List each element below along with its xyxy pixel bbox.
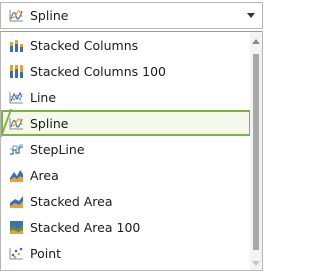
chevron-down-icon[interactable] (247, 13, 255, 18)
list-item-label: Line (30, 89, 57, 105)
chart-type-combobox[interactable]: Spline (0, 2, 263, 29)
list-item-stacked-area-100[interactable]: Stacked Area 100 (1, 214, 251, 240)
spline-chart-icon (9, 10, 23, 22)
scrollbar-thumb[interactable] (253, 54, 259, 250)
area-chart-icon (10, 169, 23, 182)
stepline-chart-icon (10, 144, 23, 155)
scroll-down-arrow-icon[interactable] (252, 261, 260, 266)
combobox-selected-label: Spline (30, 8, 69, 23)
chart-type-list: Stacked Columns Stacked Columns 100 Line… (1, 32, 251, 266)
list-item-spline[interactable]: Spline (1, 110, 251, 136)
line-chart-icon (9, 91, 23, 103)
list-item-label: Stacked Area 100 (30, 219, 141, 235)
list-item-point[interactable]: Point (1, 240, 251, 266)
list-item-stacked-columns-100[interactable]: Stacked Columns 100 (1, 58, 251, 84)
spline-chart-icon (9, 117, 23, 129)
list-item-area[interactable]: Area (1, 162, 251, 188)
scroll-up-arrow-icon[interactable] (252, 39, 260, 44)
stacked-area-100-icon (10, 220, 23, 234)
list-item-label: Stacked Area (30, 193, 113, 209)
list-item-label: Stacked Columns 100 (30, 63, 166, 79)
list-item-label: Stacked Columns (30, 37, 139, 53)
list-item-line[interactable]: Line (1, 84, 251, 110)
list-item-stepline[interactable]: StepLine (1, 136, 251, 162)
stacked-columns-100-icon (10, 64, 23, 78)
chart-type-selector: Spline Stacked Columns Stacked Columns 1… (0, 0, 263, 271)
stacked-area-icon (10, 195, 23, 208)
list-item-stacked-columns[interactable]: Stacked Columns (1, 32, 251, 58)
list-item-stacked-area[interactable]: Stacked Area (1, 188, 251, 214)
list-item-label: Point (30, 245, 62, 261)
dropdown-scrollbar[interactable] (250, 32, 262, 270)
list-item-label: StepLine (30, 141, 85, 157)
point-chart-icon (9, 247, 23, 259)
list-item-label: Area (30, 167, 59, 183)
list-item-label: Spline (30, 115, 69, 131)
chart-type-dropdown: Stacked Columns Stacked Columns 100 Line… (0, 31, 263, 271)
stacked-columns-icon (10, 39, 23, 52)
